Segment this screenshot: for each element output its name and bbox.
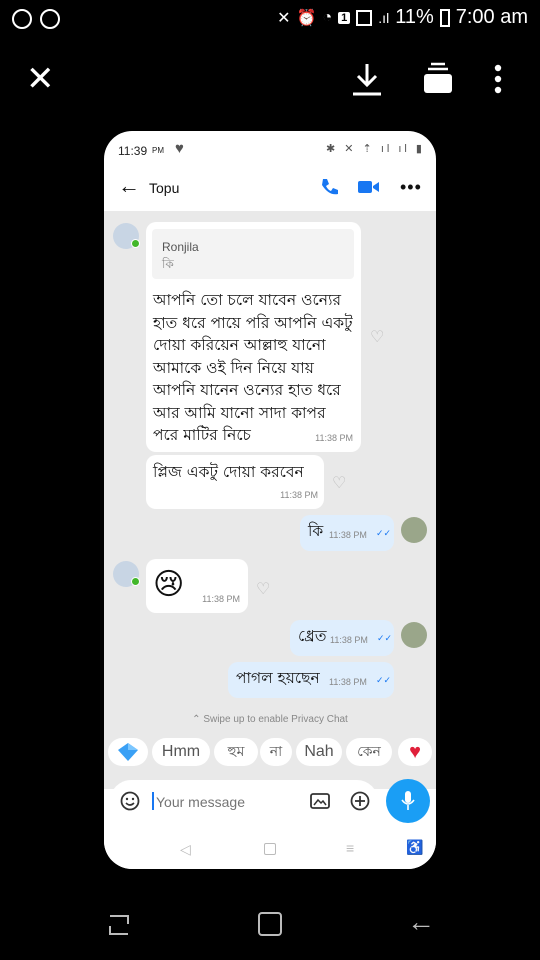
layers-icon[interactable] [422, 60, 454, 96]
more-dots-icon[interactable]: ••• [400, 177, 422, 198]
contact-avatar[interactable] [113, 561, 140, 587]
message-bubble-incoming[interactable]: Ronjila কি আপনি তো চলে যাবেন ওন্যের হাত … [146, 222, 361, 452]
message-text: কি [308, 522, 324, 540]
screenshot-image: 11:39 PM ♥ ✱ ✕ ⇡ ıl ıl ▮ ← Topu ••• Ronj… [104, 131, 436, 869]
inner-menu-icon: ≡ [346, 840, 355, 856]
battery-percent: 11% [395, 6, 434, 28]
quick-reply-heart[interactable]: ♥ [398, 738, 432, 766]
user-avatar[interactable] [401, 622, 427, 648]
react-heart-icon[interactable]: ♡ [370, 327, 384, 347]
recent-apps-icon[interactable] [106, 912, 132, 938]
swipe-up-icon: ⌃ [192, 714, 204, 725]
sim-badge: 1 [338, 11, 351, 24]
quick-reply-chip[interactable]: না [260, 738, 292, 766]
image-icon[interactable] [310, 792, 330, 810]
message-text: আপনি তো চলে যাবেন ওন্যের হাত ধরে পায়ে প… [153, 291, 353, 444]
privacy-hint[interactable]: ⌃ Swipe up to enable Privacy Chat [104, 714, 436, 725]
clock: 7:00 am [455, 6, 528, 28]
message-time: 11:38 PM [202, 594, 240, 604]
quick-reply-sticker[interactable] [108, 738, 148, 766]
messenger-icon [40, 9, 60, 29]
whatsapp-icon [12, 9, 32, 29]
message-text: ধ্রেত [298, 627, 327, 645]
message-bubble-incoming[interactable]: প্লিজ একটু দোয়া করবেন 11:38 PM [146, 455, 324, 509]
message-time: 11:38 PM [315, 433, 353, 443]
quoted-reply[interactable]: Ronjila কি [152, 229, 354, 279]
home-button-icon[interactable] [258, 912, 282, 936]
inner-status-icons: ✱ ✕ ⇡ ıl ıl ▮ [326, 143, 425, 155]
quote-text: কি [162, 257, 174, 271]
red-heart-icon: ♥ [409, 740, 421, 763]
inner-navigation-bar: ◁ ≡ ♿ [104, 831, 436, 869]
message-composer[interactable] [110, 780, 378, 822]
message-input[interactable] [154, 790, 298, 814]
seen-check-icon: ✓✓ [376, 675, 392, 685]
contact-avatar[interactable] [113, 223, 140, 249]
contact-name[interactable]: Topu [149, 180, 179, 196]
react-heart-icon[interactable]: ♡ [256, 579, 270, 599]
privacy-hint-text: Swipe up to enable Privacy Chat [203, 714, 348, 725]
message-time: 11:38 PM [329, 530, 367, 540]
phone-call-icon[interactable] [319, 177, 339, 197]
quick-reply-chip[interactable]: হুম [214, 738, 258, 766]
microphone-icon [401, 791, 415, 810]
message-time: 11:38 PM [329, 677, 367, 687]
seen-check-icon: ✓✓ [376, 528, 392, 538]
download-icon[interactable] [350, 60, 384, 98]
message-text: পাগল হয়ছেন [236, 669, 320, 687]
online-dot [131, 577, 140, 586]
online-dot [131, 239, 140, 248]
signal-icon: .ıl [378, 9, 390, 26]
react-heart-icon[interactable]: ♡ [332, 473, 346, 493]
inner-home-icon [264, 843, 276, 855]
message-emoji: 😢 [153, 567, 185, 602]
accessibility-icon: ♿ [406, 839, 424, 855]
back-arrow-icon[interactable]: ← [118, 173, 140, 199]
quick-reply-chip[interactable]: Nah [296, 738, 342, 766]
quote-author: Ronjila [162, 240, 199, 254]
add-circle-icon[interactable] [350, 791, 370, 811]
message-bubble-outgoing[interactable]: কি 11:38 PM ✓✓ [300, 515, 394, 551]
signal-box-icon [356, 9, 373, 26]
close-icon[interactable]: ✕ [26, 62, 55, 96]
chat-thread[interactable]: Ronjila কি আপনি তো চলে যাবেন ওন্যের হাত … [104, 211, 436, 789]
message-bubble-outgoing[interactable]: ধ্রেত 11:38 PM ✓✓ [290, 620, 394, 656]
quick-reply-chip[interactable]: কেন [346, 738, 392, 766]
back-button-icon[interactable]: ← [407, 906, 435, 938]
diamond-sticker-icon [118, 743, 138, 761]
wifi-icon: ◔ [322, 8, 333, 26]
message-bubble-outgoing[interactable]: পাগল হয়ছেন 11:38 PM ✓✓ [228, 662, 394, 698]
mute-icon: ✕ [277, 9, 291, 27]
quick-reply-chip[interactable]: Hmm [152, 738, 210, 766]
message-text: প্লিজ একটু দোয়া করবেন [153, 463, 304, 481]
inner-ampm: PM [152, 146, 164, 155]
heart-status-icon: ♥ [175, 140, 184, 157]
inner-back-icon: ◁ [180, 841, 191, 857]
device-status-bar: ✕ ⏰ ◔ 1 .ıl 11% 7:00 am [0, 0, 540, 38]
video-call-icon[interactable] [358, 179, 380, 195]
more-options-icon[interactable] [488, 64, 508, 96]
message-time: 11:38 PM [330, 635, 368, 645]
user-avatar[interactable] [401, 517, 427, 543]
emoji-icon[interactable] [120, 791, 140, 811]
message-bubble-incoming[interactable]: 😢 11:38 PM [146, 559, 248, 613]
battery-icon [439, 8, 450, 27]
inner-time: 11:39 [118, 144, 148, 158]
message-time: 11:38 PM [280, 490, 318, 500]
chat-header: ← Topu ••• [104, 169, 436, 207]
voice-record-button[interactable] [386, 779, 430, 823]
alarm-icon: ⏰ [296, 9, 317, 27]
inner-status-bar: 11:39 PM ♥ ✱ ✕ ⇡ ıl ıl ▮ [104, 131, 436, 169]
seen-check-icon: ✓✓ [377, 633, 393, 643]
